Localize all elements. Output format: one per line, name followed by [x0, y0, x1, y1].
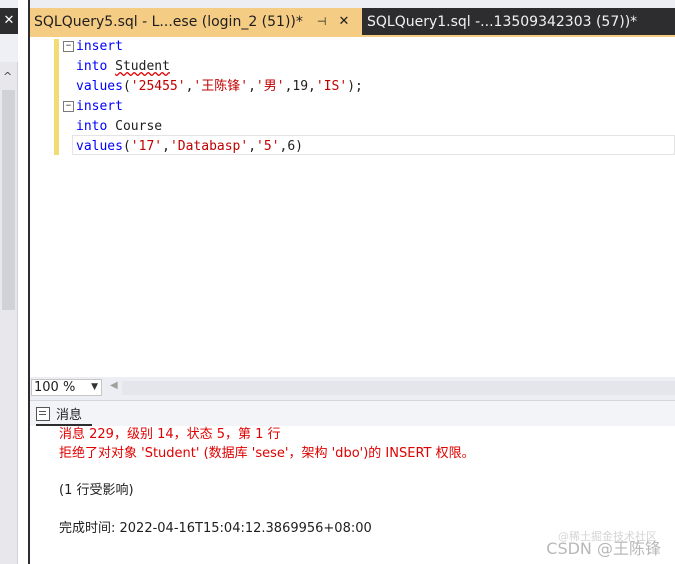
code-line[interactable]: into Course [76, 117, 162, 137]
code-line[interactable]: values('25455','王陈锋','男',19,'IS'); [76, 77, 363, 97]
code-token: ( [122, 79, 131, 94]
zoom-value: 100 % [34, 380, 76, 395]
code-token: ,6) [279, 139, 304, 154]
code-token: ); [347, 79, 363, 94]
code-token: ,19, [284, 79, 316, 94]
tab-label: 消息 [56, 408, 83, 423]
sql-editor[interactable]: − − insert into Student values('25455','王陈… [30, 37, 675, 377]
code-line[interactable]: values('17','Databasp','5',6) [76, 137, 303, 157]
tab-messages[interactable]: 消息 [36, 404, 82, 423]
scroll-up-icon[interactable]: ^ [3, 70, 12, 83]
code-token: '5' [256, 139, 280, 154]
chevron-down-icon: ▼ [91, 382, 98, 392]
code-token: into [76, 119, 108, 134]
scroll-left-icon[interactable]: ◀ [110, 380, 118, 391]
code-token: , [162, 139, 170, 154]
code-token: Student [115, 59, 170, 74]
error-message-header: 消息 229，级别 14，状态 5，第 1 行 [59, 427, 281, 442]
left-panel: ✕ ^ [0, 0, 18, 564]
collapse-icon[interactable]: − [63, 41, 74, 52]
document-tab-bar: SQLQuery5.sql - L...ese (login_2 (51))* … [30, 8, 675, 35]
zoom-select[interactable]: 100 % ▼ [31, 379, 102, 396]
code-token: '王陈锋' [193, 79, 249, 94]
code-token: values [76, 79, 123, 94]
results-tab-bar: 消息 [30, 400, 675, 426]
tab-sqlquery5[interactable]: SQLQuery5.sql - L...ese (login_2 (51))* … [30, 8, 362, 35]
code-token: 'IS' [315, 79, 348, 94]
code-token: , [248, 139, 257, 154]
tab-label: SQLQuery5.sql - L...ese (login_2 (51))* [34, 13, 303, 30]
left-scroll-thumb[interactable] [2, 90, 15, 310]
code-token: insert [76, 99, 123, 114]
code-line[interactable]: insert [76, 97, 123, 117]
code-token: '25455' [130, 79, 186, 94]
code-token: Course [107, 119, 163, 134]
error-message-detail: 拒绝了对对象 'Student' (数据库 'sese'，架构 'dbo')的 … [59, 446, 475, 461]
rows-affected-message: (1 行受影响) [59, 483, 134, 498]
close-tab-icon[interactable]: ✕ [338, 14, 349, 29]
tab-sqlquery1[interactable]: SQLQuery1.sql -...13509342303 (57))* [365, 8, 637, 35]
code-line[interactable]: insert [76, 37, 123, 57]
pin-icon[interactable]: ⊣ [317, 15, 327, 28]
code-line[interactable]: into Student [76, 57, 170, 77]
watermark: CSDN @王陈锋 [546, 539, 661, 558]
code-token: '17' [130, 139, 163, 154]
code-token: into [76, 59, 108, 74]
zoom-bar: 100 % ▼ ◀ [30, 377, 675, 399]
code-token: ( [122, 139, 131, 154]
code-token: insert [76, 39, 123, 54]
code-token: '男' [255, 79, 285, 94]
horizontal-scrollbar[interactable] [122, 381, 675, 395]
code-token: 'Databasp' [169, 139, 249, 154]
code-token: values [76, 139, 123, 154]
change-tracking-bar [54, 39, 59, 155]
messages-icon [36, 406, 50, 421]
collapse-icon[interactable]: − [63, 101, 74, 112]
tab-label: SQLQuery1.sql -...13509342303 (57))* [367, 13, 638, 30]
completion-time-message: 完成时间: 2022-04-16T15:04:12.3869956+08:00 [59, 521, 372, 536]
close-icon[interactable]: ✕ [0, 8, 18, 34]
code-token: , [248, 79, 256, 94]
panel-gap [18, 0, 28, 564]
